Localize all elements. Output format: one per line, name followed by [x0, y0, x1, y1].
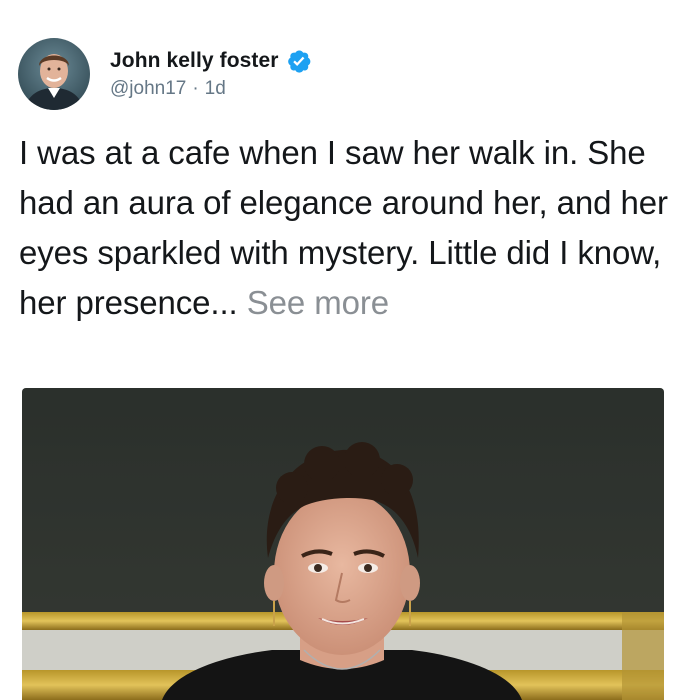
tweet-text: I was at a cafe when I saw her walk in. … — [19, 128, 689, 328]
verified-badge-icon — [286, 48, 312, 74]
avatar[interactable] — [18, 38, 90, 110]
author-handle[interactable]: @john17 — [110, 78, 186, 99]
name-row: John kelly foster — [110, 48, 312, 74]
tweet-card[interactable]: John kelly foster @john17 · 1d I was at a … — [0, 0, 700, 700]
author-display-name[interactable]: John kelly foster — [110, 49, 279, 73]
woman-portrait-photo — [22, 388, 664, 700]
meta-row: @john17 · 1d — [110, 78, 312, 100]
see-more-link[interactable]: See more — [247, 284, 389, 321]
tweet-media-photo[interactable] — [22, 388, 664, 700]
tweet-header: John kelly foster @john17 · 1d — [18, 38, 312, 110]
meta-separator: · — [192, 78, 199, 99]
avatar-image — [18, 38, 90, 110]
author-info: John kelly foster @john17 · 1d — [110, 48, 312, 100]
post-timestamp[interactable]: 1d — [205, 78, 226, 99]
